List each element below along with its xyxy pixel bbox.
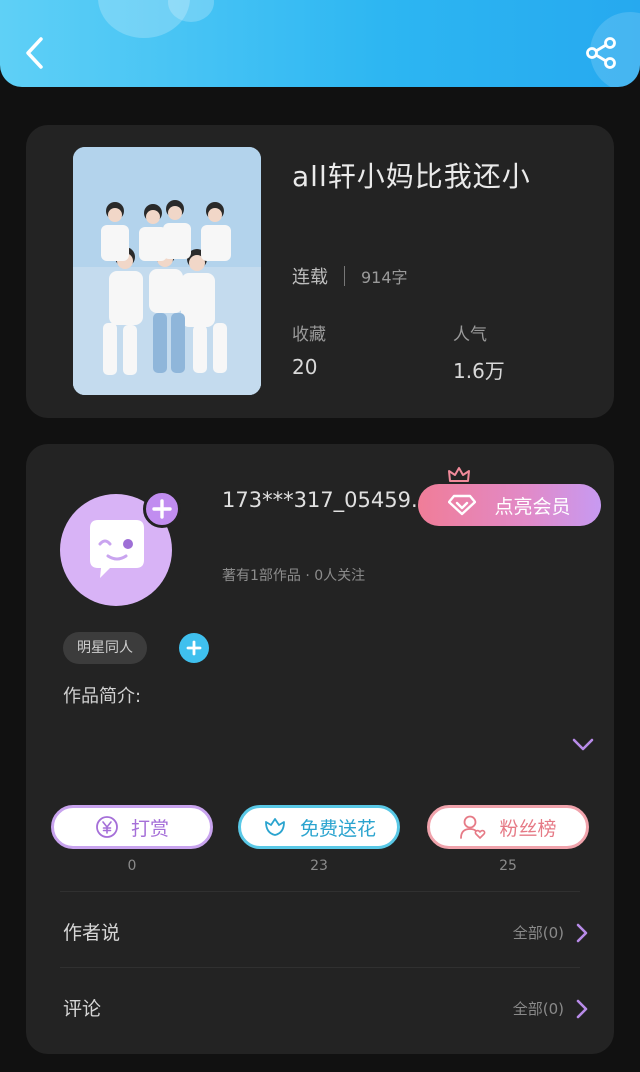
author-says-view-all[interactable]: 全部(0) — [513, 922, 588, 943]
fans-ranking-label: 粉丝榜 — [499, 817, 557, 840]
favorites-label: 收藏 — [292, 325, 326, 345]
reward-label: 打赏 — [130, 817, 169, 840]
book-info-card: all轩小妈比我还小 连载 914字 收藏 20 人气 1.6万 — [26, 125, 614, 418]
book-cover-image[interactable] — [73, 147, 261, 395]
comments-label[interactable]: 评论 — [63, 994, 101, 1021]
chevron-right-icon — [576, 923, 588, 942]
comments-view-all[interactable]: 全部(0) — [513, 998, 588, 1019]
reward-count: 0 — [127, 858, 137, 874]
divider — [60, 967, 580, 968]
popularity-value: 1.6万 — [453, 359, 505, 383]
vip-button-label: 点亮会员 — [494, 495, 571, 518]
share-icon[interactable] — [584, 36, 618, 70]
book-detail-card: 173***317_05459... 著有1部作品 · 0人关注 点亮会员 明星… — [26, 444, 614, 1054]
flower-icon — [265, 818, 285, 836]
reward-button[interactable]: 打赏 — [51, 805, 213, 849]
favorites-stat: 收藏 20 — [292, 320, 326, 379]
author-name[interactable]: 173***317_05459... — [222, 488, 422, 512]
fans-ranking-button[interactable]: 粉丝榜 — [427, 805, 589, 849]
book-title: all轩小妈比我还小 — [292, 160, 531, 193]
flower-count: 23 — [310, 858, 328, 874]
author-says-label[interactable]: 作者说 — [63, 918, 120, 945]
chevron-right-icon — [576, 999, 588, 1018]
popularity-stat: 人气 1.6万 — [453, 320, 505, 384]
favorites-value: 20 — [292, 355, 318, 379]
divider — [344, 266, 345, 286]
fans-count: 25 — [499, 858, 517, 874]
author-meta: 著有1部作品 · 0人关注 — [222, 568, 366, 584]
activate-vip-button[interactable]: 点亮会员 — [418, 484, 601, 526]
serial-status: 连载 — [292, 267, 328, 288]
comments-count: 全部(0) — [512, 1000, 564, 1018]
send-flower-label: 免费送花 — [299, 817, 376, 840]
book-status-row: 连载 914字 — [292, 263, 408, 289]
follow-author-plus-icon[interactable] — [143, 490, 181, 528]
chevron-down-icon[interactable] — [572, 737, 594, 753]
intro-label: 作品简介: — [63, 686, 142, 707]
word-count: 914字 — [361, 268, 408, 287]
send-flower-button[interactable]: 免费送花 — [238, 805, 400, 849]
popularity-label: 人气 — [453, 325, 487, 345]
author-says-count: 全部(0) — [512, 924, 564, 942]
chevron-left-icon[interactable] — [22, 36, 48, 70]
add-tag-plus-icon[interactable] — [179, 633, 209, 663]
crown-icon — [448, 467, 470, 482]
divider — [60, 891, 580, 892]
top-bar — [0, 0, 640, 87]
yen-icon — [96, 816, 118, 838]
user-heart-icon — [460, 815, 486, 839]
diamond-icon — [448, 494, 477, 516]
genre-tag[interactable]: 明星同人 — [63, 632, 147, 664]
